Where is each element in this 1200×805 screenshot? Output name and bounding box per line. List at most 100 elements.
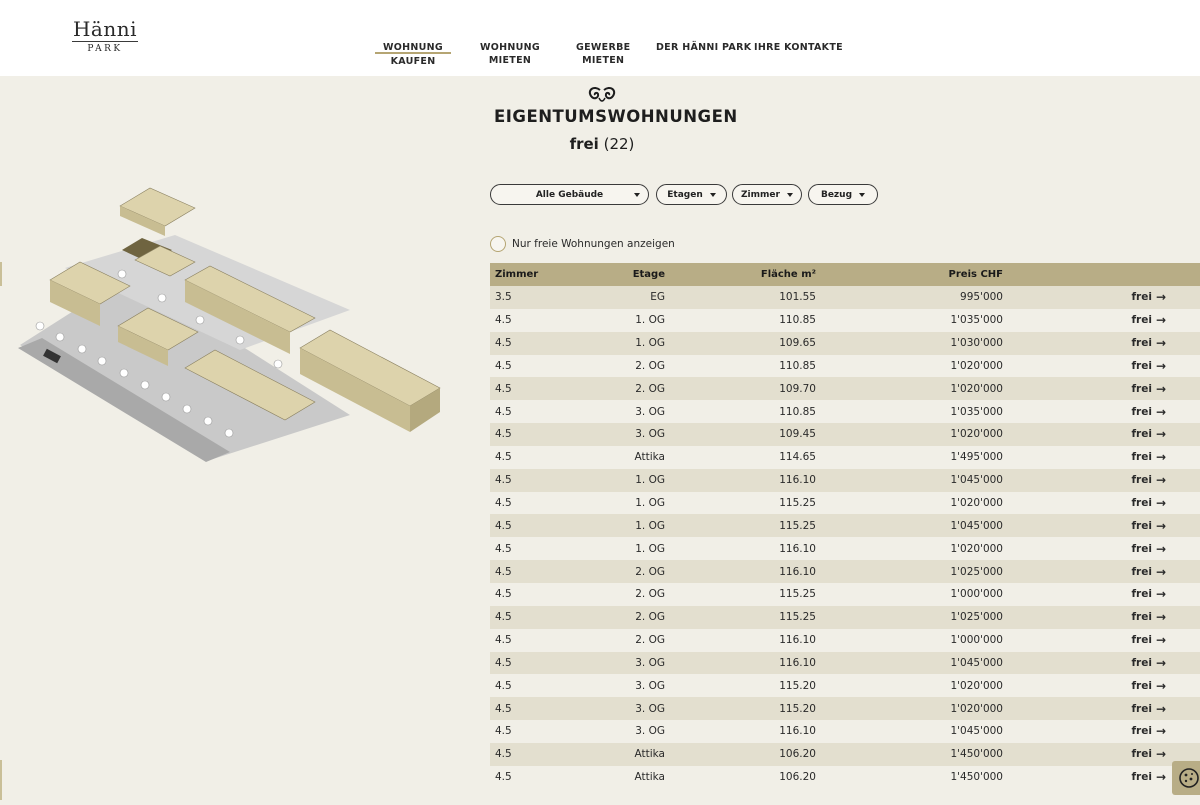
- nav-ihre-kontakte[interactable]: IHRE KONTAKTE: [754, 41, 843, 54]
- nav-label-line2: MIETEN: [488, 55, 532, 66]
- arrow-right-icon: →: [1155, 655, 1166, 670]
- cell-zimmer: 4.5: [495, 565, 512, 578]
- column-header-flaeche[interactable]: Fläche m²: [665, 269, 816, 280]
- cell-preis: 1'035'000: [950, 314, 1003, 327]
- cell-status-link[interactable]: frei →: [1003, 519, 1166, 533]
- table-row[interactable]: 4.5 3. OG 110.85 1'035'000 frei →: [490, 400, 1200, 424]
- only-free-toggle[interactable]: Nur freie Wohnungen anzeigen: [490, 236, 675, 252]
- nav-der-haenni-park[interactable]: DER HÄNNI PARK: [656, 41, 751, 54]
- cell-status-link[interactable]: frei →: [1003, 496, 1166, 510]
- arrow-right-icon: →: [1155, 358, 1166, 373]
- status-label: frei: [1131, 382, 1152, 395]
- cell-status-link[interactable]: frei →: [1003, 290, 1166, 304]
- table-row[interactable]: 4.5 2. OG 116.10 1'000'000 frei →: [490, 628, 1200, 652]
- cell-status-link[interactable]: frei →: [1003, 450, 1166, 464]
- cell-zimmer: 3.5: [495, 291, 512, 304]
- cell-status-link[interactable]: frei →: [1003, 382, 1166, 396]
- table-row[interactable]: 4.5 1. OG 109.65 1'030'000 frei →: [490, 331, 1200, 355]
- column-header-etage[interactable]: Etage: [574, 269, 665, 280]
- cell-status-link[interactable]: frei →: [1003, 633, 1166, 647]
- cell-status-link[interactable]: frei →: [1003, 770, 1166, 784]
- table-row[interactable]: 4.5 2. OG 110.85 1'020'000 frei →: [490, 354, 1200, 378]
- table-row[interactable]: 4.5 Attika 106.20 1'450'000 frei →: [490, 765, 1200, 789]
- cell-status-link[interactable]: frei →: [1003, 336, 1166, 350]
- table-row[interactable]: 4.5 3. OG 116.10 1'045'000 frei →: [490, 720, 1200, 743]
- arrow-right-icon: →: [1155, 290, 1166, 305]
- table-row[interactable]: 4.5 3. OG 115.20 1'020'000 frei →: [490, 697, 1200, 721]
- filter-bezug-dropdown[interactable]: Bezug: [808, 184, 878, 205]
- table-row[interactable]: 4.5 Attika 106.20 1'450'000 frei →: [490, 742, 1200, 766]
- table-row[interactable]: 4.5 1. OG 116.10 1'020'000 frei →: [490, 537, 1200, 561]
- cell-etage: 2. OG: [635, 359, 665, 372]
- status-label: frei: [1131, 771, 1152, 784]
- cell-status-link[interactable]: frei →: [1003, 542, 1166, 556]
- cell-status-link[interactable]: frei →: [1003, 679, 1166, 693]
- cell-status-link[interactable]: frei →: [1003, 405, 1166, 419]
- cell-etage: 2. OG: [635, 611, 665, 624]
- table-row[interactable]: 4.5 2. OG 116.10 1'025'000 frei →: [490, 560, 1200, 583]
- table-row[interactable]: 4.5 2. OG 115.25 1'025'000 frei →: [490, 605, 1200, 629]
- cell-etage: 1. OG: [635, 497, 665, 510]
- status-label: frei: [1131, 359, 1152, 372]
- cell-zimmer: 4.5: [495, 359, 512, 372]
- site-plan-illustration[interactable]: [0, 180, 450, 470]
- cell-status-link[interactable]: frei →: [1003, 724, 1166, 738]
- cell-flaeche: 106.20: [779, 748, 816, 761]
- cell-flaeche: 116.10: [779, 542, 816, 555]
- nav-wohnung-kaufen[interactable]: WOHNUNG KAUFEN: [375, 41, 452, 68]
- cell-status-link[interactable]: frei →: [1003, 702, 1166, 716]
- filter-zimmer-dropdown[interactable]: Zimmer: [732, 184, 802, 205]
- cell-status-link[interactable]: frei →: [1003, 359, 1166, 373]
- table-row[interactable]: 4.5 1. OG 115.25 1'020'000 frei →: [490, 491, 1200, 515]
- cell-status-link[interactable]: frei →: [1003, 610, 1166, 624]
- cell-flaeche: 109.65: [779, 337, 816, 350]
- table-row[interactable]: 3.5 EG 101.55 995'000 frei →: [490, 286, 1200, 309]
- site-logo[interactable]: Hänni PARK: [72, 18, 138, 55]
- table-row[interactable]: 4.5 1. OG 116.10 1'045'000 frei →: [490, 468, 1200, 492]
- cell-zimmer: 4.5: [495, 405, 512, 418]
- nav-gewerbe-mieten[interactable]: GEWERBE MIETEN: [576, 41, 630, 67]
- table-row[interactable]: 4.5 3. OG 115.20 1'020'000 frei →: [490, 674, 1200, 698]
- cell-preis: 1'450'000: [950, 748, 1003, 761]
- cell-status-link[interactable]: frei →: [1003, 565, 1166, 579]
- cell-preis: 1'450'000: [950, 771, 1003, 784]
- table-row[interactable]: 4.5 3. OG 109.45 1'020'000 frei →: [490, 423, 1200, 446]
- column-header-zimmer[interactable]: Zimmer: [490, 269, 574, 280]
- cookie-settings-button[interactable]: [1172, 761, 1200, 795]
- table-row[interactable]: 4.5 3. OG 116.10 1'045'000 frei →: [490, 651, 1200, 675]
- cell-status-link[interactable]: frei →: [1003, 473, 1166, 487]
- only-free-radio[interactable]: [490, 236, 506, 252]
- cell-status-link[interactable]: frei →: [1003, 427, 1166, 441]
- table-row[interactable]: 4.5 1. OG 115.25 1'045'000 frei →: [490, 514, 1200, 538]
- cell-status-link[interactable]: frei →: [1003, 313, 1166, 327]
- cell-flaeche: 115.25: [779, 588, 816, 601]
- cell-status-link[interactable]: frei →: [1003, 656, 1166, 670]
- table-row[interactable]: 4.5 1. OG 110.85 1'035'000 frei →: [490, 308, 1200, 332]
- column-header-preis[interactable]: Preis CHF: [816, 269, 1003, 280]
- page-title: EIGENTUMSWOHNUNGEN: [494, 107, 738, 126]
- table-row[interactable]: 4.5 2. OG 109.70 1'020'000 frei →: [490, 377, 1200, 401]
- cell-etage: 1. OG: [635, 519, 665, 532]
- cell-flaeche: 101.55: [779, 291, 816, 304]
- cell-etage: 2. OG: [635, 588, 665, 601]
- table-row[interactable]: 4.5 2. OG 115.25 1'000'000 frei →: [490, 582, 1200, 606]
- table-row[interactable]: 4.5 Attika 114.65 1'495'000 frei →: [490, 445, 1200, 469]
- only-free-label: Nur freie Wohnungen anzeigen: [512, 238, 675, 250]
- cell-preis: 1'495'000: [950, 451, 1003, 464]
- cell-status-link[interactable]: frei →: [1003, 587, 1166, 601]
- arrow-right-icon: →: [1155, 541, 1166, 556]
- filter-label: Bezug: [820, 189, 853, 200]
- filter-etagen-dropdown[interactable]: Etagen: [656, 184, 727, 205]
- cell-status-link[interactable]: frei →: [1003, 747, 1166, 761]
- status-label: frei: [1131, 451, 1152, 464]
- cell-zimmer: 4.5: [495, 382, 512, 395]
- status-label: frei: [1131, 611, 1152, 624]
- cell-flaeche: 115.25: [779, 519, 816, 532]
- cell-zimmer: 4.5: [495, 725, 512, 738]
- filter-gebaeude-dropdown[interactable]: Alle Gebäude: [490, 184, 649, 205]
- cell-preis: 1'045'000: [950, 519, 1003, 532]
- nav-wohnung-mieten[interactable]: WOHNUNG MIETEN: [480, 41, 540, 67]
- cell-etage: 3. OG: [635, 405, 665, 418]
- cell-etage: 3. OG: [635, 656, 665, 669]
- logo-name: Hänni: [72, 17, 138, 41]
